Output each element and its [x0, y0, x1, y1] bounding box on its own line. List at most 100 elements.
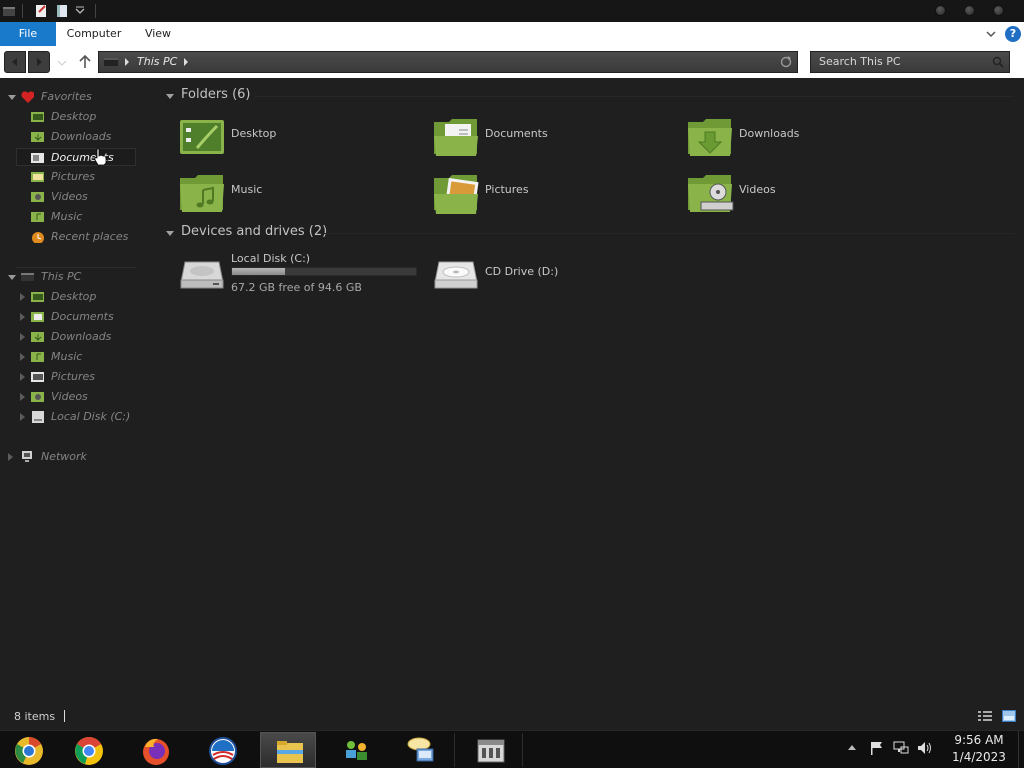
drive-free-space: 67.2 GB free of 94.6 GB: [231, 281, 362, 294]
nav-pc-music[interactable]: Music: [20, 348, 136, 366]
taskbar-chrome[interactable]: [60, 732, 116, 768]
help-icon[interactable]: ?: [1005, 26, 1021, 42]
breadcrumb-separator-icon[interactable]: [124, 58, 130, 66]
close-button[interactable]: [993, 5, 1004, 16]
folder-downloads[interactable]: Downloads: [687, 114, 927, 158]
nav-fav-documents[interactable]: Documents: [16, 148, 136, 166]
downloads-folder-icon: [31, 132, 44, 142]
tray-overflow-chevron-icon[interactable]: [848, 745, 856, 750]
new-folder-icon[interactable]: [55, 3, 69, 19]
properties-icon[interactable]: [34, 3, 48, 19]
nav-pc-local-disk[interactable]: Local Disk (C:): [20, 408, 136, 426]
nav-pc-documents[interactable]: Documents: [20, 308, 136, 326]
drive-local-disk-c[interactable]: Local Disk (C:) 67.2 GB free of 94.6 GB: [179, 252, 419, 296]
drives-group-header[interactable]: Devices and drives (2): [181, 223, 327, 241]
videos-folder-icon: [31, 192, 44, 202]
show-desktop-button[interactable]: [1018, 731, 1024, 768]
nav-label: Music: [51, 350, 83, 363]
maximize-button[interactable]: [964, 5, 975, 16]
expand-arrow-icon[interactable]: [20, 353, 25, 361]
firefox-icon: [143, 738, 169, 765]
expand-arrow-icon[interactable]: [20, 313, 25, 321]
taskbar-obama-logo[interactable]: [194, 732, 250, 768]
nav-network[interactable]: Network: [8, 448, 138, 466]
network-status-icon[interactable]: [893, 741, 909, 755]
expand-arrow-icon[interactable]: [20, 373, 25, 381]
clock-time[interactable]: 9:56 AM: [948, 733, 1010, 747]
nav-pc-videos[interactable]: Videos: [20, 388, 136, 406]
taskbar-separator: [522, 733, 523, 767]
tab-computer[interactable]: Computer: [62, 22, 126, 46]
large-icons-view-icon[interactable]: [1002, 710, 1016, 722]
customize-toolbar-chevron-icon[interactable]: [75, 6, 85, 16]
refresh-icon[interactable]: [777, 54, 795, 70]
collapse-group-chevron-icon[interactable]: [166, 94, 174, 99]
this-pc-icon: [21, 273, 34, 281]
breadcrumb-dropdown-icon[interactable]: [183, 58, 189, 66]
details-view-icon[interactable]: [978, 710, 992, 722]
chrome-canary-icon: [15, 737, 43, 765]
clock-date[interactable]: 1/4/2023: [948, 750, 1010, 764]
explorer-app-icon[interactable]: [2, 3, 16, 19]
nav-fav-desktop[interactable]: Desktop: [30, 108, 136, 126]
expand-arrow-icon[interactable]: [20, 393, 25, 401]
folder-music[interactable]: Music: [179, 170, 419, 214]
taskbar-file-explorer[interactable]: [260, 732, 316, 768]
title-bar: [0, 0, 1024, 22]
address-bar[interactable]: This PC: [98, 51, 798, 73]
tab-view[interactable]: View: [134, 22, 182, 46]
nav-fav-videos[interactable]: Videos: [30, 188, 136, 206]
expand-arrow-icon[interactable]: [20, 413, 25, 421]
nav-fav-recent-places[interactable]: Recent places: [30, 228, 136, 246]
nav-label: Pictures: [51, 370, 96, 383]
expand-arrow-icon[interactable]: [20, 293, 25, 301]
nav-label: Local Disk (C:): [51, 410, 131, 423]
cd-drive-icon: [434, 261, 478, 289]
nav-label: Music: [51, 210, 83, 223]
nav-fav-music[interactable]: Music: [30, 208, 136, 226]
breadcrumb-this-pc[interactable]: This PC: [137, 52, 177, 72]
desktop-folder-icon: [180, 120, 224, 154]
nav-pc-pictures[interactable]: Pictures: [20, 368, 136, 386]
expand-arrow-icon[interactable]: [20, 333, 25, 341]
folder-pictures[interactable]: Pictures: [433, 170, 673, 214]
documents-folder-icon: [434, 119, 478, 156]
taskbar-app-window[interactable]: [462, 732, 518, 768]
folder-videos[interactable]: Videos: [687, 170, 927, 214]
expand-ribbon-chevron-icon[interactable]: [985, 28, 997, 40]
forward-button[interactable]: [28, 51, 50, 73]
folder-documents[interactable]: Documents: [433, 114, 673, 158]
collapse-arrow-icon[interactable]: [8, 95, 16, 100]
minimize-button[interactable]: [935, 5, 946, 16]
taskbar-firefox[interactable]: [127, 732, 183, 768]
folder-desktop[interactable]: Desktop: [179, 114, 419, 158]
collapse-group-chevron-icon[interactable]: [166, 231, 174, 236]
drive-cd-d[interactable]: CD Drive (D:): [433, 252, 673, 296]
nav-fav-downloads[interactable]: Downloads: [30, 128, 136, 146]
folders-group-header[interactable]: Folders (6): [181, 86, 251, 104]
up-arrow-icon[interactable]: [78, 54, 92, 70]
nav-label: Downloads: [51, 330, 112, 343]
nav-favorites[interactable]: Favorites: [8, 88, 138, 106]
collapse-arrow-icon[interactable]: [8, 275, 16, 280]
back-button[interactable]: [4, 51, 26, 73]
recent-locations-chevron-icon[interactable]: [56, 60, 68, 66]
documents-folder-icon: [31, 312, 44, 322]
expand-arrow-icon[interactable]: [8, 453, 13, 461]
tab-file[interactable]: File: [0, 22, 56, 46]
taskbar-chrome-canary[interactable]: [0, 732, 56, 768]
nav-this-pc[interactable]: This PC: [8, 268, 138, 286]
volume-icon[interactable]: [917, 741, 933, 755]
action-center-flag-icon[interactable]: [869, 741, 885, 755]
nav-fav-pictures[interactable]: Pictures: [30, 168, 136, 186]
nav-pc-desktop[interactable]: Desktop: [20, 288, 136, 306]
nav-label: Desktop: [51, 290, 97, 303]
nav-pc-downloads[interactable]: Downloads: [20, 328, 136, 346]
taskbar-messenger[interactable]: [392, 732, 448, 768]
taskbar-network-people[interactable]: [327, 732, 383, 768]
search-input[interactable]: Search This PC: [810, 51, 1010, 73]
hand-cursor-icon: [94, 148, 107, 166]
downloads-folder-icon: [688, 119, 732, 156]
search-icon[interactable]: [990, 55, 1006, 69]
folder-label: Music: [231, 183, 263, 196]
